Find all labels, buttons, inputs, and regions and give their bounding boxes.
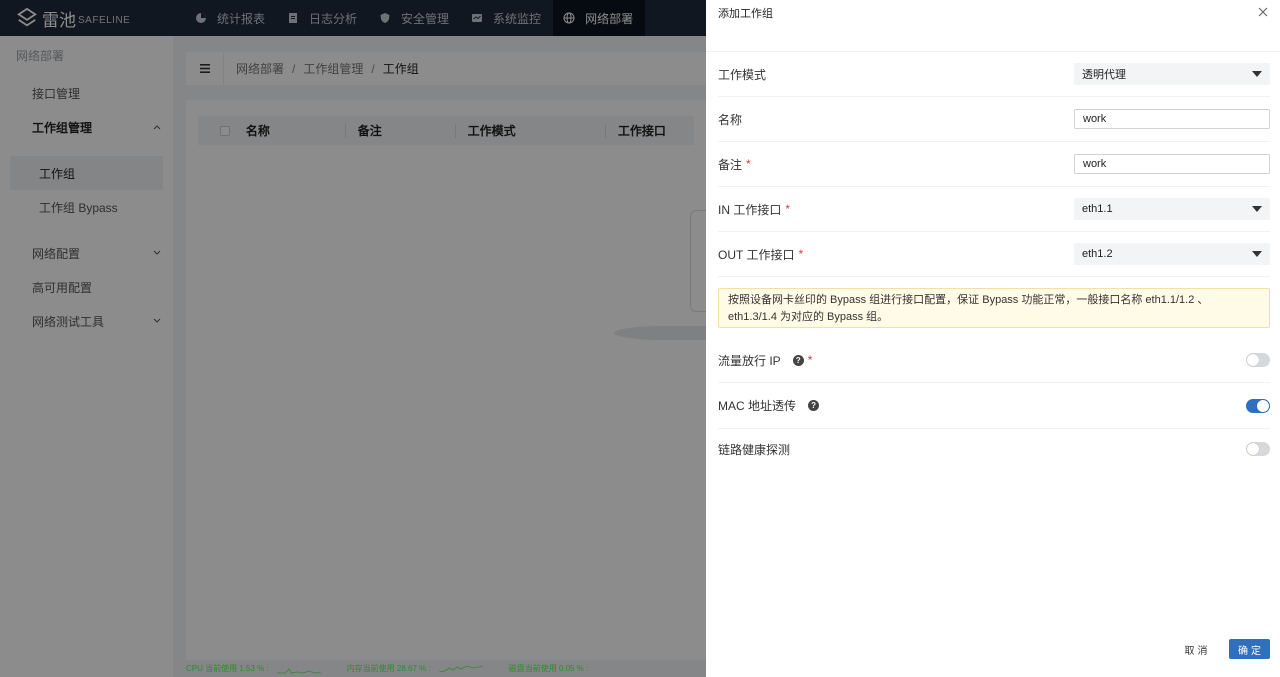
remark-input[interactable] bbox=[1074, 154, 1270, 174]
resource-status-bar: CPU 当前使用 1.53 % : 内存当前使用 28.67 % : 磁盘当前使… bbox=[186, 660, 706, 677]
remark-label-wrap: 备注 * bbox=[718, 156, 751, 173]
caret-down-icon bbox=[1252, 251, 1262, 257]
caret-down-icon bbox=[1252, 71, 1262, 77]
in-iface-label-wrap: IN 工作接口 * bbox=[718, 201, 790, 218]
help-icon[interactable]: ? bbox=[792, 354, 804, 366]
name-input[interactable] bbox=[1074, 109, 1270, 129]
cancel-button[interactable]: 取消 bbox=[1176, 639, 1216, 659]
in-iface-label: IN 工作接口 bbox=[718, 202, 782, 217]
form-row-traffic-ip: 流量放行 IP? * bbox=[718, 338, 1270, 383]
help-icon[interactable]: ? bbox=[808, 400, 820, 411]
mode-select[interactable]: 透明代理 bbox=[1074, 63, 1270, 85]
out-iface-select[interactable]: eth1.2 bbox=[1074, 243, 1270, 265]
required-mark: * bbox=[798, 247, 804, 261]
name-label: 名称 bbox=[718, 112, 743, 127]
notice-line-1: 按照设备网卡丝印的 Bypass 组进行接口配置，保证 Bypass 功能正常，… bbox=[728, 294, 1209, 306]
drawer-header: 添加工作组 bbox=[706, 0, 1280, 52]
health-label: 链路健康探测 bbox=[718, 442, 791, 457]
out-iface-label-wrap: OUT 工作接口 * bbox=[718, 246, 803, 263]
form-row-mode: 工作模式 透明代理 bbox=[718, 52, 1270, 97]
form-row-health: 链路健康探测 bbox=[718, 429, 1270, 469]
cpu-usage: CPU 当前使用 1.53 % : bbox=[186, 664, 269, 673]
confirm-button[interactable]: 确定 bbox=[1229, 639, 1270, 659]
memory-sparkline bbox=[438, 665, 483, 672]
toggle-knob bbox=[1247, 443, 1259, 455]
traffic-ip-label: 流量放行 IP bbox=[718, 353, 781, 368]
mac-toggle[interactable] bbox=[1246, 398, 1270, 413]
mode-select-value: 透明代理 bbox=[1082, 69, 1126, 81]
required-mark: * bbox=[807, 353, 813, 367]
disk-usage: 磁盘当前使用 0.05 % : bbox=[508, 664, 589, 673]
toggle-knob bbox=[1247, 354, 1259, 366]
mac-label-wrap: MAC 地址透传? bbox=[718, 397, 820, 414]
remark-label: 备注 bbox=[718, 157, 743, 172]
close-icon[interactable] bbox=[1256, 5, 1270, 19]
health-toggle[interactable] bbox=[1246, 442, 1270, 456]
bypass-notice: 按照设备网卡丝印的 Bypass 组进行接口配置，保证 Bypass 功能正常，… bbox=[718, 288, 1270, 328]
in-iface-value: eth1.1 bbox=[1082, 203, 1113, 215]
in-iface-select[interactable]: eth1.1 bbox=[1074, 198, 1270, 220]
notice-line-2: eth1.3/1.4 为对应的 Bypass 组。 bbox=[728, 311, 889, 323]
drawer-title: 添加工作组 bbox=[718, 7, 773, 20]
out-iface-value: eth1.2 bbox=[1082, 248, 1113, 260]
required-mark: * bbox=[785, 202, 791, 216]
memory-usage: 内存当前使用 28.67 % : bbox=[346, 664, 431, 673]
traffic-ip-toggle[interactable] bbox=[1246, 353, 1270, 367]
caret-down-icon bbox=[1252, 206, 1262, 212]
out-iface-label: OUT 工作接口 bbox=[718, 247, 795, 262]
toggle-knob bbox=[1257, 399, 1269, 412]
add-workgroup-drawer: 添加工作组 工作模式 透明代理 名称 备注* IN 工作接口* eth1.1 O… bbox=[706, 0, 1280, 677]
form-row-mac: MAC 地址透传? bbox=[718, 383, 1270, 429]
traffic-ip-label-wrap: 流量放行 IP? * bbox=[718, 352, 812, 369]
form-row-in-iface: IN 工作接口 * eth1.1 bbox=[718, 187, 1270, 232]
required-mark: * bbox=[746, 157, 751, 171]
modal-backdrop[interactable] bbox=[0, 0, 706, 677]
mode-label: 工作模式 bbox=[718, 67, 767, 82]
cpu-sparkline bbox=[276, 667, 321, 673]
mac-label: MAC 地址透传 bbox=[718, 399, 797, 413]
form-row-name: 名称 bbox=[718, 97, 1270, 142]
form-row-out-iface: OUT 工作接口 * eth1.2 bbox=[718, 232, 1270, 277]
form-row-remark: 备注 * bbox=[718, 142, 1270, 187]
